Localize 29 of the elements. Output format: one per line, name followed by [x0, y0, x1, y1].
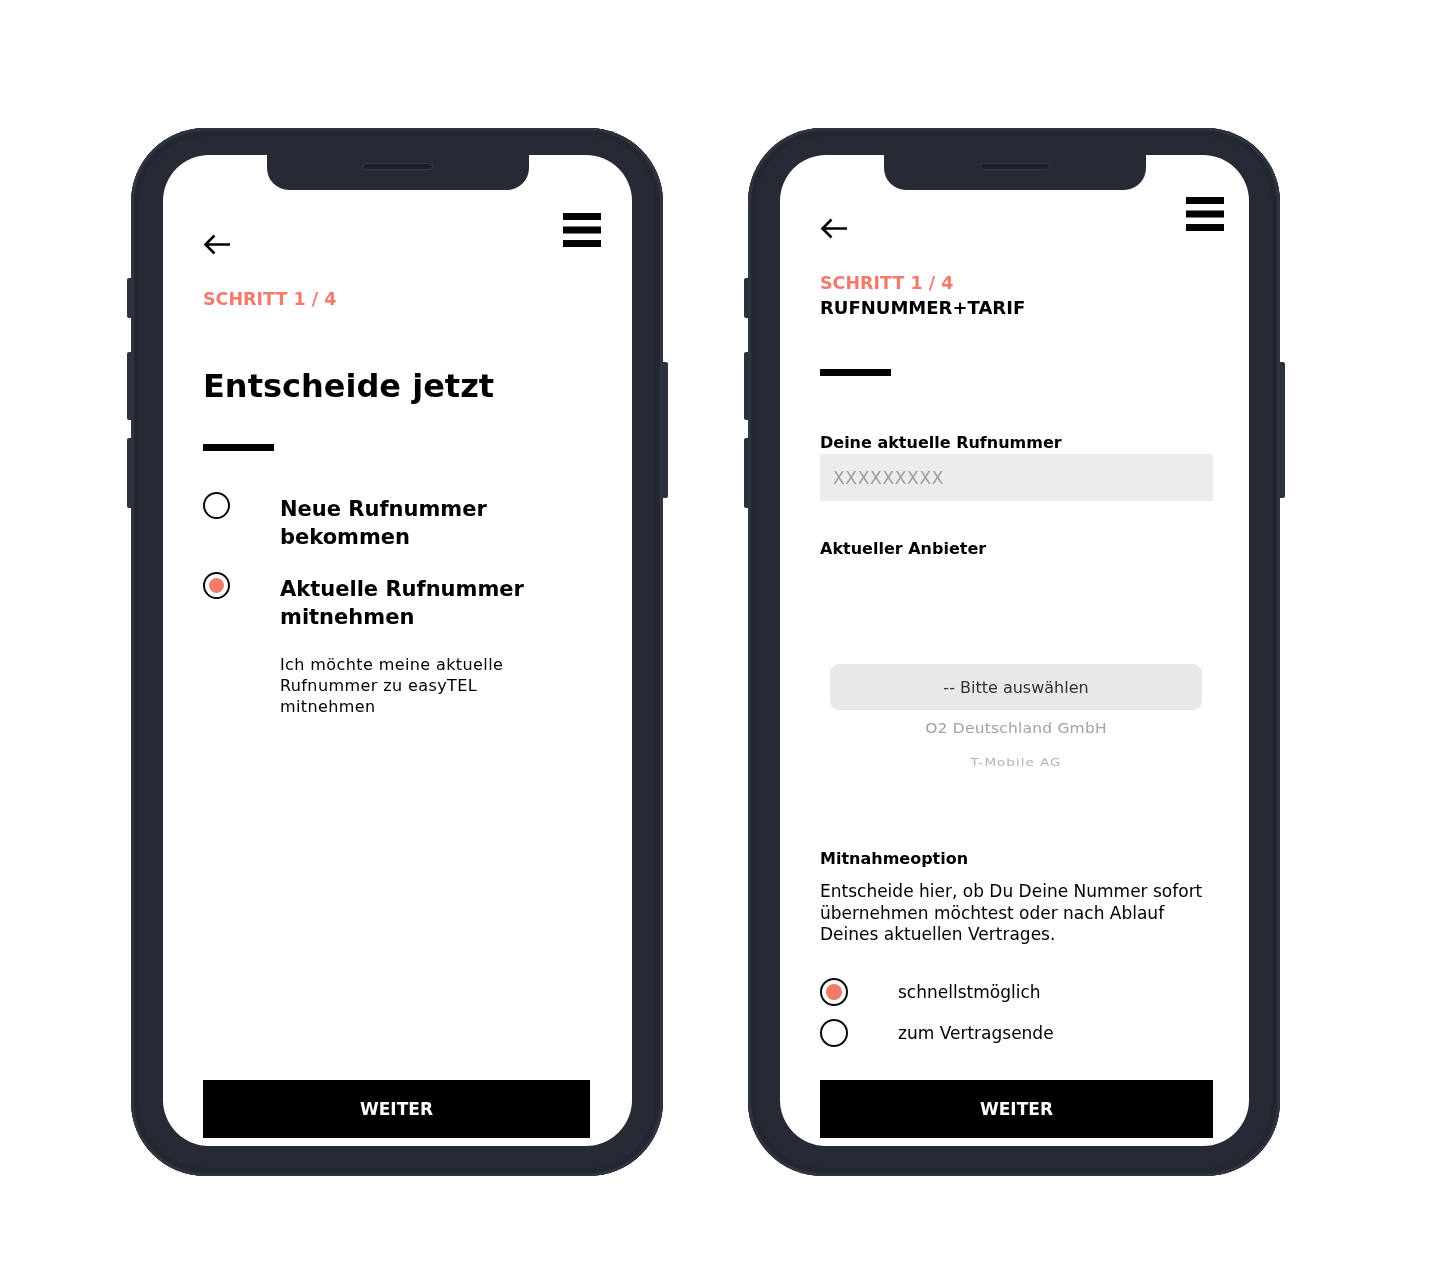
option-label: zum Vertragsende — [898, 1021, 1054, 1044]
picker-option[interactable]: -- Bitte auswählen — [830, 664, 1202, 710]
field-label: Deine aktuelle Rufnummer — [820, 433, 1062, 453]
screen-subtitle: RUFNUMMER+TARIF — [820, 296, 1026, 320]
step-label: SCHRITT 1 / 4 — [820, 272, 954, 295]
continue-button[interactable]: WEITER — [203, 1080, 590, 1138]
field-label: Aktueller Anbieter — [820, 539, 987, 559]
speaker-grille-icon — [362, 163, 433, 170]
speaker-grille-icon — [979, 163, 1050, 170]
accent-bar — [203, 444, 274, 451]
continue-button[interactable]: WEITER — [820, 1080, 1213, 1138]
phone-number-input[interactable]: XXXXXXXXX — [820, 454, 1213, 501]
back-arrow-icon[interactable] — [203, 234, 230, 255]
description-text: Entscheide hier, ob Du Deine Nummer sofort übernehmen möchtest oder nach Ablauf Deines aktuellen Vertrages. — [820, 881, 1204, 946]
menu-icon[interactable] — [1186, 197, 1224, 231]
option-label: schnellstmöglich — [898, 980, 1041, 1003]
step-label: SCHRITT 1 / 4 — [203, 288, 337, 311]
radio-button[interactable] — [820, 1018, 848, 1047]
screen-title: Entscheide jetzt — [203, 366, 495, 406]
back-arrow-icon[interactable] — [820, 218, 847, 239]
accent-bar — [820, 369, 891, 376]
option-label: Aktuelle Rufnummer mitnehmen — [280, 576, 525, 631]
option-label: Neue Rufnummer bekommen — [280, 496, 488, 551]
option-description: Ich möchte meine aktuelle Rufnummer zu easyTEL mitnehmen — [280, 654, 505, 717]
menu-icon[interactable] — [563, 213, 601, 247]
radio-button[interactable] — [820, 977, 848, 1006]
field-label: Mitnahmeoption — [820, 849, 969, 869]
radio-button[interactable] — [203, 492, 230, 519]
radio-button[interactable] — [203, 572, 230, 599]
